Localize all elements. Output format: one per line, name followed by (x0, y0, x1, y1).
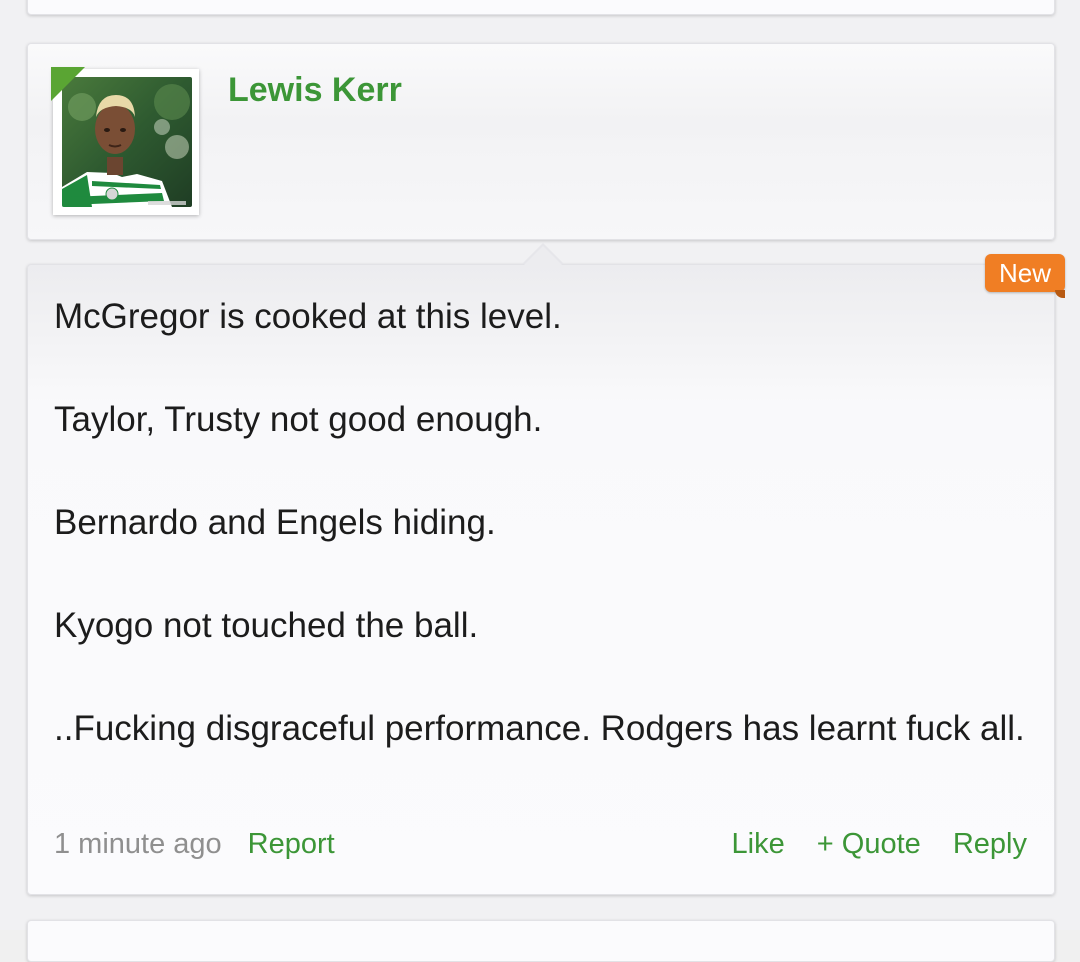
previous-post-card (27, 0, 1055, 15)
post-timestamp[interactable]: 1 minute ago (54, 828, 222, 860)
post-meta: 1 minute ago Report (54, 828, 335, 861)
message-line: ..Fucking disgraceful performance. Rodge… (54, 709, 1025, 748)
online-indicator-icon (51, 67, 85, 101)
message-line: Kyogo not touched the ball. (54, 606, 479, 645)
post-author-username[interactable]: Lewis Kerr (228, 71, 402, 110)
message-line: Taylor, Trusty not good enough. (54, 400, 543, 439)
quote-button[interactable]: + Quote (817, 828, 921, 860)
like-button[interactable]: Like (732, 828, 785, 860)
message-pointer-arrow-inner (524, 246, 562, 265)
reply-button[interactable]: Reply (953, 828, 1027, 860)
message-line: Bernardo and Engels hiding. (54, 503, 496, 542)
report-link[interactable]: Report (248, 828, 335, 860)
post-message-body: McGregor is cooked at this level. Taylor… (54, 291, 1034, 754)
new-post-badge: New (985, 254, 1065, 292)
post-actions: Like + Quote Reply (732, 828, 1027, 861)
message-line: McGregor is cooked at this level. (54, 297, 562, 336)
next-post-card (27, 920, 1055, 962)
